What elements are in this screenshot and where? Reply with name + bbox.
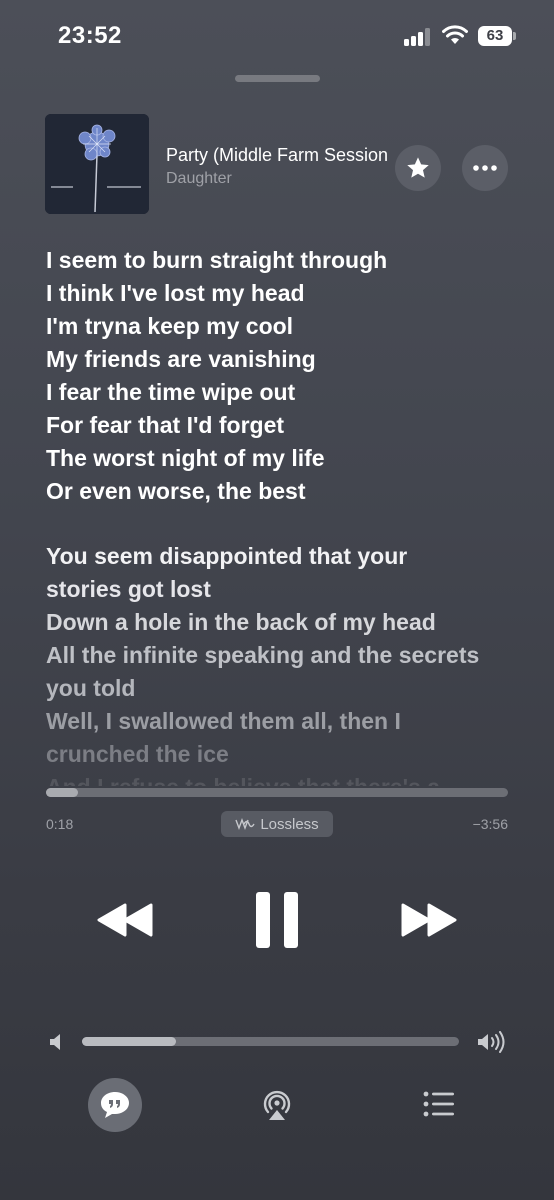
song-artist[interactable]: Daughter [166, 170, 232, 188]
volume-level-fill [82, 1037, 177, 1046]
lyrics-quote-icon [101, 1092, 129, 1118]
status-time: 23:52 [58, 22, 122, 49]
playback-scrubber[interactable] [46, 788, 508, 797]
lyric-line[interactable]: crunched the ice [46, 738, 516, 771]
lyric-line[interactable]: And I refuse to believe that there's a [46, 771, 516, 786]
lossless-badge[interactable]: Lossless [221, 811, 333, 837]
lyric-line[interactable]: Well, I swallowed them all, then I [46, 705, 516, 738]
queue-list-icon[interactable] [422, 1090, 456, 1118]
remaining-time: −3:56 [472, 816, 508, 832]
lyric-line[interactable]: All the infinite speaking and the secret… [46, 639, 516, 672]
lyric-line[interactable]: You seem disappointed that your [46, 540, 516, 573]
rewind-icon[interactable] [96, 902, 154, 938]
lyric-line[interactable]: stories got lost [46, 573, 516, 606]
pause-icon[interactable] [254, 890, 300, 950]
airplay-icon[interactable] [259, 1086, 295, 1122]
battery-indicator: 63 [478, 26, 512, 46]
lyric-line[interactable]: I'm tryna keep my cool [46, 310, 516, 343]
star-icon [407, 157, 429, 178]
volume-slider[interactable] [82, 1037, 459, 1046]
lyric-line[interactable]: Or even worse, the best [46, 475, 516, 508]
fast-forward-icon[interactable] [400, 902, 458, 938]
lyric-line[interactable]: I seem to burn straight through [46, 244, 516, 277]
elapsed-time: 0:18 [46, 816, 74, 832]
song-title[interactable]: Party (Middle Farm Session) [166, 145, 388, 166]
lyrics-button[interactable] [88, 1078, 142, 1132]
status-bar: 23:52 63 [0, 0, 554, 70]
album-artwork[interactable] [45, 114, 149, 214]
lyric-line[interactable]: I think I've lost my head [46, 277, 516, 310]
battery-tip [513, 32, 516, 40]
volume-high-icon [478, 1031, 505, 1053]
more-options-button[interactable] [462, 145, 508, 191]
cellular-signal-icon [404, 28, 434, 46]
lyric-line[interactable]: you told [46, 672, 516, 705]
sheet-grabber[interactable] [235, 75, 320, 82]
favorite-button[interactable] [395, 145, 441, 191]
playback-progress-fill [46, 788, 79, 797]
volume-low-icon [50, 1034, 60, 1050]
lyric-line[interactable]: The worst night of my life [46, 442, 516, 475]
lyric-line[interactable]: My friends are vanishing [46, 343, 516, 376]
wifi-icon [442, 25, 468, 44]
lyric-line[interactable]: For fear that I'd forget [46, 409, 516, 442]
lossless-label: Lossless [260, 815, 319, 833]
lyric-line[interactable]: Down a hole in the back of my head [46, 606, 516, 639]
lossless-wave-icon [235, 818, 255, 830]
lyrics-panel[interactable]: I seem to burn straight through I think I… [46, 244, 516, 786]
lyric-line[interactable]: I fear the time wipe out [46, 376, 516, 409]
lyric-stanza-gap [46, 508, 516, 540]
ellipsis-icon [473, 165, 497, 171]
